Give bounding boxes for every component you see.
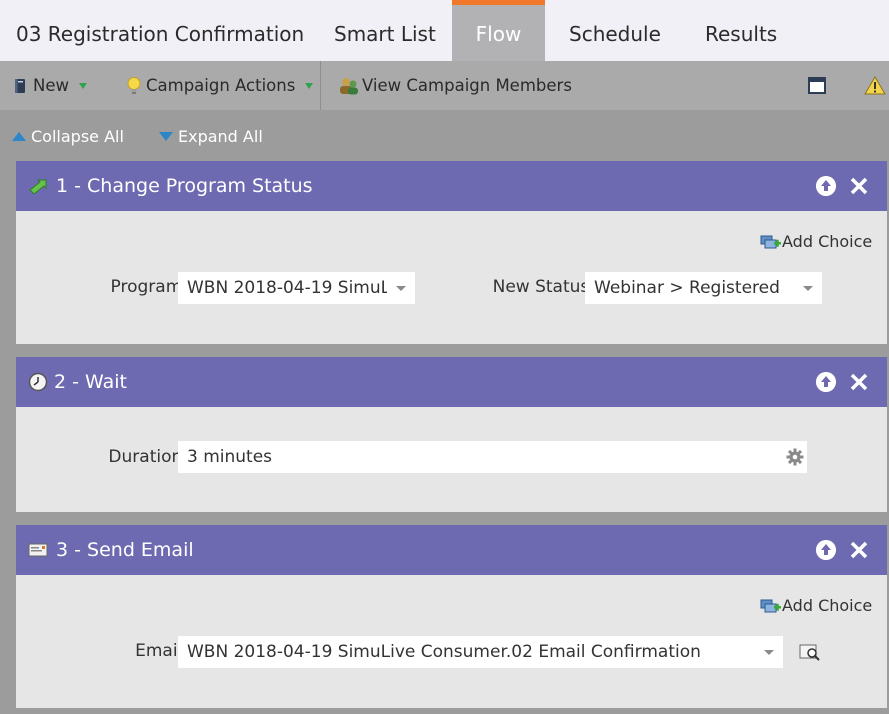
step-title: 2 - Wait bbox=[54, 371, 127, 393]
step-title: 3 - Send Email bbox=[56, 539, 194, 561]
tab-schedule[interactable]: Schedule bbox=[569, 0, 661, 61]
flow-step-send-email: 3 - Send Email Add Choice Email: WBN 201… bbox=[16, 525, 887, 708]
program-select[interactable]: WBN 2018-04-19 SimuLive Consumer bbox=[178, 272, 415, 304]
change-status-icon bbox=[29, 179, 47, 194]
chevron-down-icon bbox=[396, 286, 406, 291]
flow-step-change-program-status: 1 - Change Program Status Add Choice Pro… bbox=[16, 161, 887, 344]
add-choice-label: Add Choice bbox=[782, 596, 873, 615]
step-header: 2 - Wait bbox=[16, 357, 887, 407]
chevron-down-icon bbox=[79, 82, 87, 89]
new-status-label: New Status: bbox=[492, 277, 595, 297]
add-choice-icon bbox=[760, 235, 781, 248]
email-select[interactable]: WBN 2018-04-19 SimuLive Consumer.02 Emai… bbox=[178, 636, 783, 668]
gear-icon[interactable] bbox=[786, 448, 804, 466]
campaign-actions-label: Campaign Actions bbox=[146, 76, 296, 95]
chevron-down-icon bbox=[305, 82, 314, 89]
clock-icon bbox=[28, 372, 48, 392]
add-choice-label: Add Choice bbox=[782, 232, 873, 251]
chevron-down-icon bbox=[764, 650, 774, 655]
collapse-all-button[interactable]: Collapse All bbox=[12, 110, 124, 162]
tab-bar: 03 Registration Confirmation Smart List … bbox=[0, 0, 889, 61]
expand-all-label: Expand All bbox=[178, 126, 263, 146]
step-header: 3 - Send Email bbox=[16, 525, 887, 575]
add-choice-button[interactable]: Add Choice bbox=[760, 232, 872, 251]
move-up-icon[interactable] bbox=[816, 176, 836, 196]
duration-value: 3 minutes bbox=[187, 447, 273, 467]
close-icon[interactable] bbox=[849, 540, 869, 560]
step-body: Add Choice Program: WBN 2018-04-19 SimuL… bbox=[16, 211, 887, 344]
close-icon[interactable] bbox=[849, 176, 869, 196]
step-body: Add Choice Email: WBN 2018-04-19 SimuLiv… bbox=[16, 575, 887, 708]
new-status-value: Webinar > Registered bbox=[594, 278, 780, 298]
toolbar: New Campaign Actions View Campaign Membe… bbox=[0, 61, 889, 110]
move-up-icon[interactable] bbox=[816, 372, 836, 392]
new-label: New bbox=[33, 76, 69, 95]
window-icon bbox=[808, 77, 826, 94]
new-status-select[interactable]: Webinar > Registered bbox=[585, 272, 822, 304]
warning-icon bbox=[864, 76, 886, 95]
collapse-all-label: Collapse All bbox=[31, 126, 124, 146]
members-icon bbox=[340, 77, 358, 94]
tab-results[interactable]: Results bbox=[705, 0, 777, 61]
add-choice-icon bbox=[760, 599, 781, 612]
collapse-expand-bar: Collapse All Expand All bbox=[0, 110, 889, 161]
step-body: Duration: 3 minutes bbox=[16, 407, 887, 512]
collapse-up-icon bbox=[12, 131, 26, 141]
tab-flow[interactable]: Flow bbox=[452, 0, 545, 61]
email-icon bbox=[28, 543, 48, 557]
step-title: 1 - Change Program Status bbox=[56, 175, 313, 197]
duration-input[interactable]: 3 minutes bbox=[178, 441, 807, 473]
window-button[interactable] bbox=[808, 61, 826, 110]
expand-down-icon bbox=[159, 131, 173, 141]
preview-email-icon[interactable] bbox=[799, 643, 821, 661]
lightbulb-icon bbox=[127, 76, 141, 94]
expand-all-button[interactable]: Expand All bbox=[159, 110, 263, 162]
toolbar-divider bbox=[320, 61, 321, 110]
program-value: WBN 2018-04-19 SimuLive Consumer bbox=[187, 278, 387, 298]
view-campaign-members-label: View Campaign Members bbox=[362, 76, 572, 95]
tab-campaign-name[interactable]: 03 Registration Confirmation bbox=[16, 0, 304, 61]
step-header: 1 - Change Program Status bbox=[16, 161, 887, 211]
new-book-icon bbox=[15, 78, 25, 93]
new-button[interactable]: New bbox=[12, 61, 87, 110]
program-label: Program: bbox=[110, 277, 188, 297]
campaign-actions-button[interactable]: Campaign Actions bbox=[126, 61, 314, 110]
duration-label: Duration: bbox=[108, 447, 188, 467]
close-icon[interactable] bbox=[849, 372, 869, 392]
move-up-icon[interactable] bbox=[816, 540, 836, 560]
view-campaign-members-button[interactable]: View Campaign Members bbox=[338, 61, 572, 110]
flow-step-wait: 2 - Wait Duration: 3 minutes bbox=[16, 357, 887, 512]
chevron-down-icon bbox=[803, 286, 813, 291]
add-choice-button[interactable]: Add Choice bbox=[760, 596, 872, 615]
warning-button[interactable] bbox=[864, 61, 886, 110]
tab-smart-list[interactable]: Smart List bbox=[334, 0, 436, 61]
email-value: WBN 2018-04-19 SimuLive Consumer.02 Emai… bbox=[187, 642, 701, 662]
